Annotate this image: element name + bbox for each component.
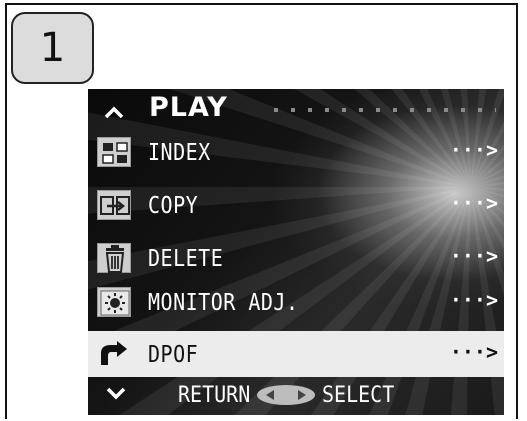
- menu-item-label: DPOF: [148, 340, 199, 368]
- menu-item-label: MONITOR ADJ.: [148, 288, 299, 316]
- menu-header: PLAY: [88, 89, 504, 129]
- select-label: SELECT: [322, 381, 395, 408]
- menu-item-delete[interactable]: DELETE ···>: [88, 235, 504, 281]
- chevron-right-icon: ···>: [449, 244, 498, 268]
- menu-item-dpof[interactable]: DPOF ···>: [88, 331, 504, 377]
- menu-item-index[interactable]: INDEX ···>: [88, 129, 504, 175]
- step-number-badge: 1: [11, 12, 94, 84]
- trash-icon: [97, 243, 131, 273]
- step-number: 1: [39, 25, 66, 71]
- header-dotted-line: [274, 108, 496, 112]
- camera-lcd-screen: PLAY INDEX ···> COPY ···> DELETE ···> MO…: [88, 89, 504, 415]
- scroll-down-icon[interactable]: [106, 383, 126, 403]
- menu-footer: RETURN SELECT: [88, 379, 504, 415]
- monitor-brightness-icon: [97, 287, 131, 317]
- scroll-up-icon[interactable]: [104, 103, 124, 123]
- dpof-print-icon: [97, 339, 131, 369]
- menu-item-copy[interactable]: COPY ···>: [88, 182, 504, 228]
- menu-item-label: INDEX: [148, 138, 211, 166]
- menu-item-label: COPY: [148, 191, 199, 219]
- menu-item-label: DELETE: [148, 244, 224, 272]
- chevron-right-icon: ···>: [449, 340, 498, 364]
- index-grid-icon: [97, 137, 131, 167]
- menu-item-monitor-adj[interactable]: MONITOR ADJ. ···>: [88, 279, 504, 325]
- left-right-button-icon: [257, 385, 315, 405]
- return-label: RETURN: [178, 381, 251, 408]
- copy-icon: [97, 190, 131, 220]
- menu-title: PLAY: [149, 92, 228, 123]
- chevron-right-icon: ···>: [449, 138, 498, 162]
- chevron-right-icon: ···>: [449, 191, 498, 215]
- chevron-right-icon: ···>: [449, 288, 498, 312]
